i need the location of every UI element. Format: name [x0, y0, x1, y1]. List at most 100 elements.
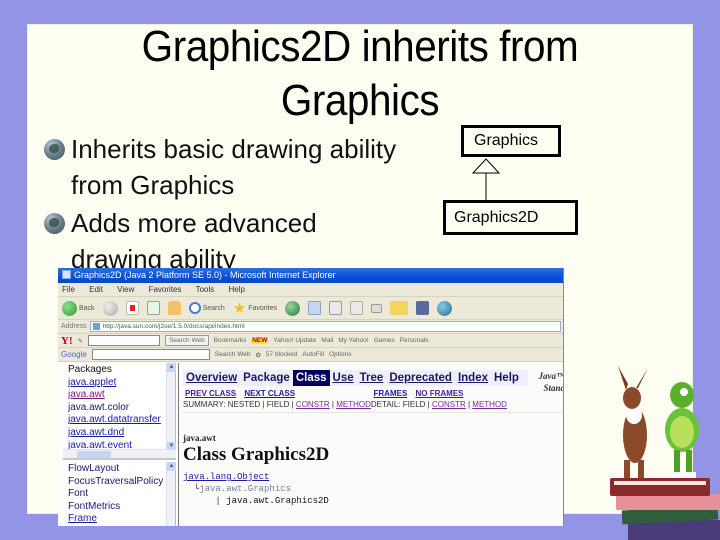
menu-tools[interactable]: Tools [196, 285, 215, 294]
menu-view[interactable]: View [117, 285, 134, 294]
frames-link[interactable]: FRAMES [374, 389, 408, 398]
hare-icon [618, 366, 648, 478]
back-button[interactable]: Back [62, 300, 95, 316]
package-link[interactable]: java.applet [68, 377, 170, 390]
yahoo-update-button[interactable]: Yahoo! Update [273, 337, 316, 344]
detail-constr-link[interactable]: CONSTR [432, 400, 466, 409]
menu-favorites[interactable]: Favorites [149, 285, 182, 294]
packages-header: Packages [68, 364, 112, 375]
summary-detail-bar: SUMMARY: NESTED | FIELD | CONSTR | METHO… [183, 399, 507, 410]
scroll-up-icon[interactable]: ▲ [167, 363, 176, 372]
slide-title: Graphics2D inherits from Graphics [29, 20, 691, 128]
mail-icon[interactable] [329, 301, 342, 315]
yahoo-personals-button[interactable]: Personals [400, 337, 429, 344]
javadoc-navbar: Overview Package Class Use Tree Deprecated Ind… [183, 370, 528, 386]
scroll-thumb[interactable] [77, 451, 111, 458]
scroll-track [167, 372, 175, 442]
package-link[interactable]: java.awt.color [68, 402, 170, 415]
class-title: Class Graphics2D [183, 444, 330, 465]
my-yahoo-button[interactable]: My Yahoo! [338, 337, 368, 344]
menu-bar: File Edit View Favorites Tools Help [58, 283, 563, 297]
search-button[interactable]: Search [188, 302, 225, 314]
folder-icon[interactable] [390, 301, 408, 315]
no-frames-link[interactable]: NO FRAMES [416, 389, 464, 398]
nav-package[interactable]: Package [240, 370, 293, 386]
nav-use[interactable]: Use [330, 370, 357, 386]
search-label: Search [202, 304, 225, 312]
tortoise-icon [665, 382, 699, 478]
bullet-item: Inherits basic drawing ability from Grap… [44, 131, 444, 203]
media-icon[interactable] [285, 300, 300, 316]
class-link[interactable]: FlowLayout [68, 463, 170, 476]
google-logo[interactable]: Google [61, 350, 87, 359]
package-link[interactable]: java.awt [68, 389, 170, 402]
nav-overview[interactable]: Overview [183, 370, 240, 386]
refresh-icon[interactable] [146, 301, 160, 315]
pencil-icon[interactable]: ✎ [78, 337, 83, 345]
class-doc-frame: Overview Package Class Use Tree Deprecated Ind… [178, 363, 564, 526]
books-stack-icon [610, 478, 720, 540]
yahoo-search-web-button[interactable]: Search Web [165, 335, 209, 346]
summary-constr-link[interactable]: CONSTR [296, 400, 330, 409]
star-icon: ★ [232, 299, 247, 317]
next-class-link[interactable]: NEXT CLASS [244, 389, 295, 398]
nav-class[interactable]: Class [292, 370, 330, 386]
classes-vertical-scrollbar[interactable]: ▲ [166, 462, 176, 526]
detail-method-link[interactable]: METHOD [472, 400, 507, 409]
yahoo-mail-button[interactable]: Mail [321, 337, 333, 344]
classes-list: FlowLayout FocusTraversalPolicy Font FontMe… [63, 462, 175, 526]
prev-class-link[interactable]: PREV CLASS [185, 389, 236, 398]
address-input[interactable]: http://java.sun.com/j2se/1.5.0/docs/api/… [89, 321, 561, 332]
ie-app-icon [62, 270, 71, 279]
summary-label: SUMMARY: NESTED | FIELD | [183, 400, 296, 409]
packages-horizontal-scrollbar[interactable] [63, 449, 176, 458]
home-icon[interactable] [167, 301, 181, 315]
menu-edit[interactable]: Edit [89, 285, 103, 294]
bullet-text-line: Adds more advanced [71, 208, 317, 238]
autofill-button[interactable]: AutoFill [302, 351, 324, 358]
edit-icon[interactable] [371, 303, 382, 313]
forward-arrow-icon[interactable] [102, 300, 118, 316]
class-link[interactable]: Frame [68, 513, 170, 526]
address-label: Address [61, 322, 87, 330]
menu-file[interactable]: File [62, 285, 75, 294]
yahoo-bookmarks-button[interactable]: Bookmarks [214, 337, 247, 344]
google-search-input[interactable] [91, 349, 210, 360]
address-bar: Address http://java.sun.com/j2se/1.5.0/d… [58, 320, 563, 334]
class-link[interactable]: Font [68, 488, 170, 501]
google-search-web-button[interactable]: Search Web [215, 351, 251, 358]
scroll-up-icon[interactable]: ▲ [167, 462, 176, 471]
messenger-icon[interactable] [437, 300, 452, 316]
packages-frame: Packages java.applet java.awt java.awt.col… [63, 363, 176, 460]
class-link[interactable]: FontMetrics [68, 501, 170, 514]
new-badge: NEW [251, 337, 269, 344]
search-icon [188, 302, 201, 314]
favorites-label: Favorites [248, 304, 277, 312]
stop-icon[interactable] [125, 301, 139, 315]
history-icon[interactable] [308, 301, 321, 315]
package-link[interactable]: java.awt.dnd [68, 427, 170, 440]
research-icon[interactable] [416, 301, 429, 315]
yahoo-games-button[interactable]: Games [374, 337, 395, 344]
hierarchy-link-graphics[interactable]: java.awt.Graphics [199, 484, 291, 494]
hierarchy-link-object[interactable]: java.lang.Object [183, 472, 269, 482]
nav-index[interactable]: Index [455, 370, 491, 386]
class-link[interactable]: FocusTraversalPolicy [68, 476, 170, 489]
javadoc-content: Packages java.applet java.awt java.awt.col… [58, 363, 564, 526]
menu-help[interactable]: Help [229, 285, 245, 294]
google-options-button[interactable]: Options [329, 351, 351, 358]
packages-vertical-scrollbar[interactable]: ▲ ▼ [166, 363, 176, 451]
nav-tree[interactable]: Tree [357, 370, 387, 386]
nav-deprecated[interactable]: Deprecated [386, 370, 455, 386]
yahoo-logo[interactable]: Y! [61, 335, 73, 347]
bullet-text-line: from Graphics [71, 170, 235, 200]
popup-blocked-button[interactable]: 57 blocked [266, 351, 297, 358]
package-link[interactable]: java.awt.datatransfer [68, 414, 170, 427]
detail-label: DETAIL: FIELD | [370, 400, 432, 409]
java-logo-line: Java™ [538, 371, 564, 381]
nav-help[interactable]: Help [491, 370, 522, 386]
print-icon[interactable] [350, 301, 363, 315]
summary-method-link[interactable]: METHOD [336, 400, 371, 409]
yahoo-search-input[interactable] [88, 335, 161, 346]
favorites-button[interactable]: ★ Favorites [233, 301, 277, 316]
